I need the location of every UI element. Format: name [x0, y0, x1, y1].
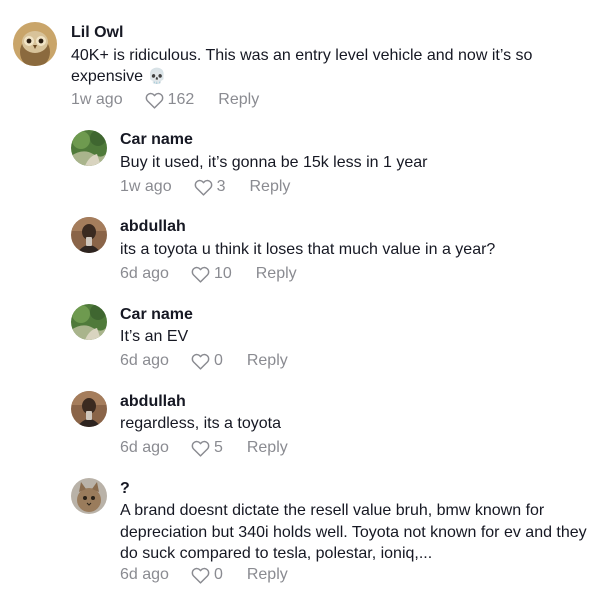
owl-avatar-icon: [13, 22, 57, 66]
comment-text: its a toyota u think it loses that much …: [120, 241, 496, 258]
heart-icon: [194, 179, 212, 196]
like-count: 162: [167, 91, 195, 108]
reply-button[interactable]: Reply: [250, 177, 291, 197]
person-avatar-icon: [71, 217, 107, 253]
nature-avatar-icon: [71, 304, 107, 340]
skull-emoji: 💀: [147, 67, 167, 85]
like-count: 5: [213, 439, 223, 456]
nature-avatar-icon: [71, 130, 107, 166]
reply-button[interactable]: Reply: [247, 351, 288, 371]
like-count: 10: [213, 265, 232, 282]
comment-meta: 6d ago 0 Reply: [120, 351, 288, 371]
heart-icon: [191, 266, 210, 283]
like-count: 0: [213, 566, 223, 583]
like-button[interactable]: 5: [191, 438, 223, 458]
avatar[interactable]: [71, 130, 107, 166]
comment-meta: 6d ago 0 Reply: [120, 565, 288, 585]
comment-date: 1w ago: [120, 178, 172, 195]
comment-meta: 6d ago 10 Reply: [120, 264, 297, 284]
username[interactable]: abdullah: [120, 217, 186, 237]
comment-text: It’s an EV: [120, 328, 189, 345]
person-avatar-icon: [71, 391, 107, 427]
username[interactable]: Lil Owl: [71, 23, 123, 43]
comment-meta: 6d ago 5 Reply: [120, 438, 288, 458]
comment-text: A brand doesnt dictate the resell value …: [120, 502, 587, 562]
comment-meta: 1w ago 162 Reply: [71, 90, 259, 110]
reply-button[interactable]: Reply: [247, 565, 288, 585]
reply-button[interactable]: Reply: [256, 264, 297, 284]
avatar[interactable]: [71, 478, 107, 514]
like-button[interactable]: 10: [191, 264, 232, 284]
cat-avatar-icon: [71, 478, 107, 514]
reply-button[interactable]: Reply: [218, 90, 259, 110]
heart-icon: [145, 92, 163, 109]
heart-icon: [191, 567, 210, 584]
comment-date: 1w ago: [71, 91, 123, 108]
like-button[interactable]: 0: [191, 565, 223, 585]
username[interactable]: abdullah: [120, 392, 186, 412]
avatar[interactable]: [71, 304, 107, 340]
avatar[interactable]: [71, 217, 107, 253]
comment-text: 40K+ is ridiculous. This was an entry le…: [71, 45, 571, 87]
comment-text: regardless, its a toyota: [120, 415, 281, 432]
comment-meta: 1w ago 3 Reply: [120, 177, 290, 197]
like-count: 0: [213, 352, 223, 369]
username[interactable]: Car name: [120, 305, 193, 325]
like-count: 3: [216, 178, 226, 195]
comment-date: 6d ago: [120, 566, 169, 583]
avatar[interactable]: [71, 391, 107, 427]
comment-date: 6d ago: [120, 265, 169, 282]
reply-button[interactable]: Reply: [247, 438, 288, 458]
like-button[interactable]: 0: [191, 351, 223, 371]
username[interactable]: Car name: [120, 130, 193, 150]
heart-icon: [191, 353, 210, 370]
comment-date: 6d ago: [120, 352, 169, 369]
comment-date: 6d ago: [120, 439, 169, 456]
like-button[interactable]: 162: [145, 90, 195, 110]
username[interactable]: ?: [120, 479, 130, 499]
avatar[interactable]: [13, 22, 57, 66]
comment-text-body: 40K+ is ridiculous. This was an entry le…: [71, 47, 533, 85]
comment-text: Buy it used, it’s gonna be 15k less in 1…: [120, 154, 428, 171]
heart-icon: [191, 440, 210, 457]
like-button[interactable]: 3: [194, 177, 226, 197]
